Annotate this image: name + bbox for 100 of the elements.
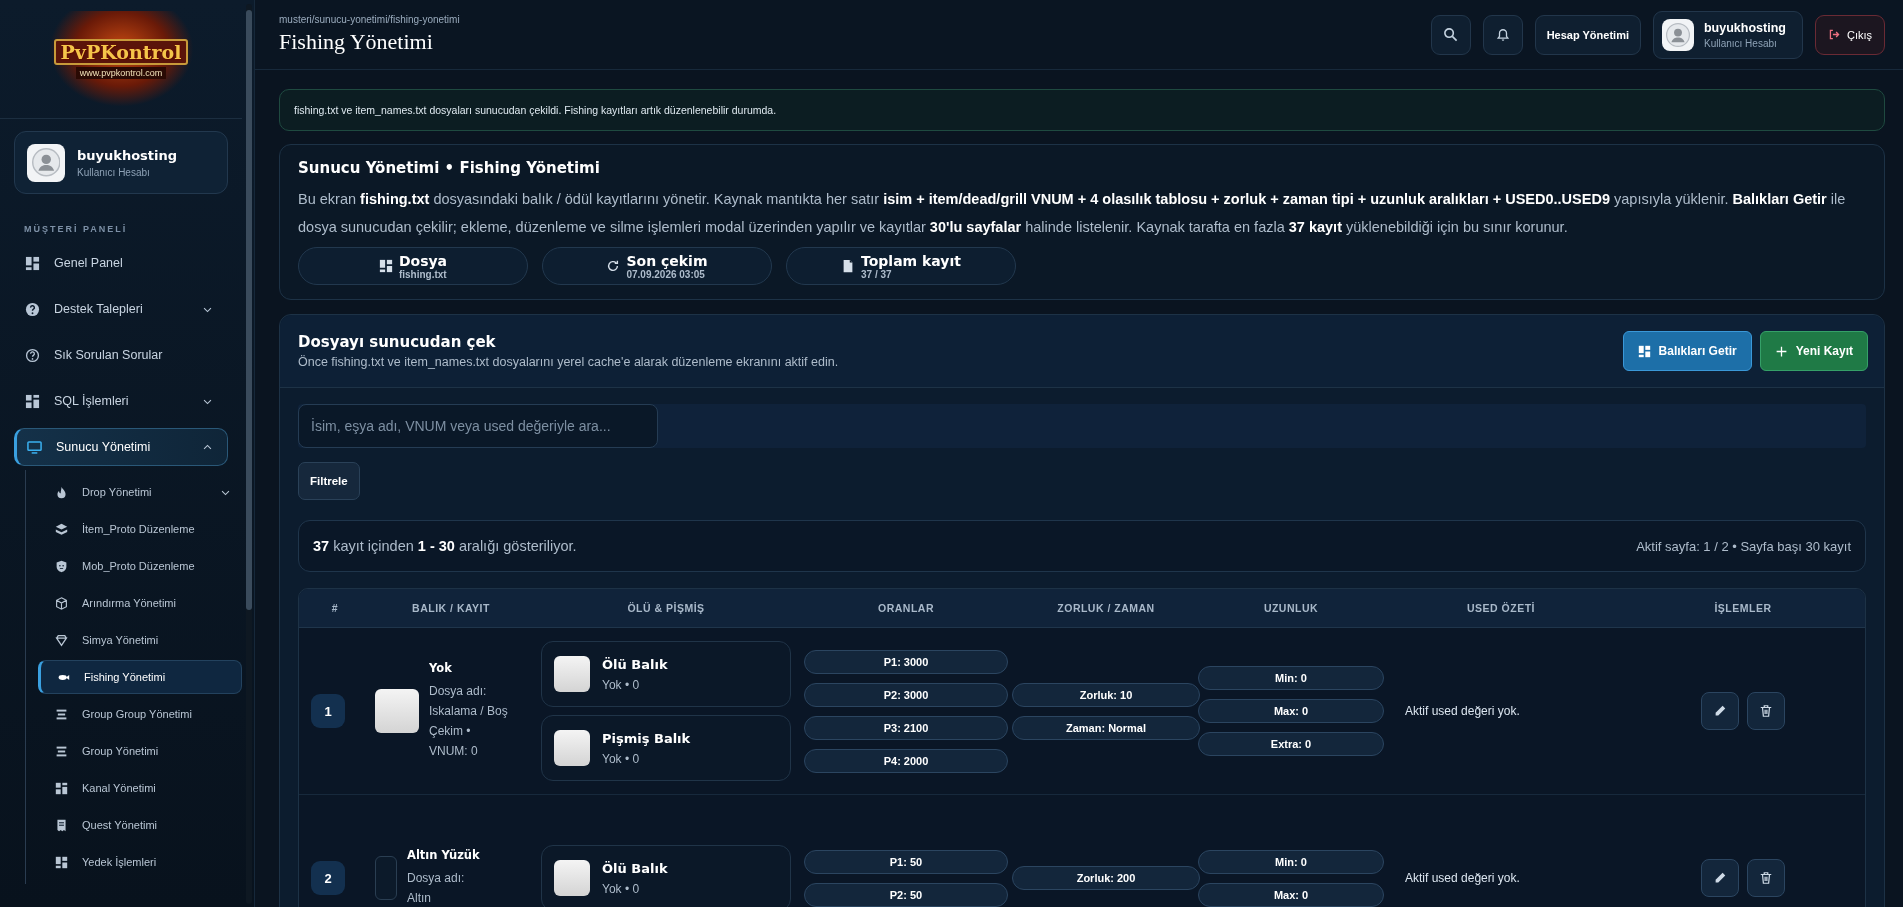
length-pill: Max: 0 xyxy=(1198,882,1384,907)
column-header: İŞLEMLER xyxy=(1713,602,1773,615)
record-note: Dosya adı: Altın xyxy=(407,870,466,907)
list-icon xyxy=(55,744,68,758)
rate-pill: P4: 2000 xyxy=(804,748,1008,773)
section-label: MÜŞTERİ PANELİ xyxy=(24,224,129,234)
filter-button[interactable]: Filtrele xyxy=(298,462,360,501)
sidebar-item[interactable]: Fishing Yönetimi xyxy=(38,660,242,694)
difficulty-pill: Zorluk: 200 xyxy=(1012,866,1200,891)
sidebar-item[interactable]: Genel Panel xyxy=(14,244,228,282)
product-title: Ölü Balık xyxy=(602,860,668,876)
delete-button[interactable] xyxy=(1747,692,1785,731)
sidebar-item[interactable]: Sunucu Yönetimi xyxy=(14,428,228,466)
sidebar-item[interactable]: SQL İşlemleri xyxy=(14,382,228,420)
avatar-icon xyxy=(27,143,65,182)
rate-pill: P2: 3000 xyxy=(804,682,1008,707)
search-field[interactable]: İsim, eşya adı, VNUM veya used değeriyle ara... xyxy=(298,404,658,449)
record-summary: 37 kayıt içinden 1 - 30 aralığı gösteriliyor. xyxy=(313,538,577,555)
sidebar-item[interactable]: Arındırma Yönetimi xyxy=(38,586,242,620)
document-icon xyxy=(55,818,68,832)
sidebar-item[interactable]: Simya Yönetimi xyxy=(38,623,242,657)
shield-icon xyxy=(55,559,68,573)
monitor-icon xyxy=(27,439,42,455)
user-name: buyukhosting xyxy=(77,147,178,163)
question-icon xyxy=(25,301,40,317)
scrollbar[interactable] xyxy=(246,4,252,904)
sidebar-item[interactable]: Drop Yönetimi xyxy=(38,475,242,509)
dashboard-icon xyxy=(378,259,393,274)
length-pill: Extra: 0 xyxy=(1198,732,1384,757)
sidebar-item[interactable]: İtem_Proto Düzenleme xyxy=(38,512,242,546)
used-summary: Aktif used değeri yok. xyxy=(1404,871,1521,886)
document-icon xyxy=(841,259,855,274)
sidebar-item[interactable]: Group Group Yönetimi xyxy=(38,697,242,731)
page-title: Fishing Yönetimi xyxy=(279,29,434,56)
panel-subtitle: Önce fishing.txt ve item_names.txt dosyalarını yerel cache'e alarak düzenleme ekranını aktif edin. xyxy=(298,355,839,370)
row-number: 2 xyxy=(311,861,345,896)
product-title: Pişmiş Balık xyxy=(602,730,691,746)
rate-pill: P3: 2100 xyxy=(804,715,1008,740)
length-pill: Min: 0 xyxy=(1198,666,1384,691)
image-placeholder xyxy=(554,656,590,693)
sidebar-item[interactable]: Mob_Proto Düzenleme xyxy=(38,549,242,583)
account-button[interactable]: Hesap Yönetimi xyxy=(1534,14,1641,55)
logo[interactable]: PvPKontrol www.pvpkontrol.com xyxy=(48,11,194,107)
sidebar-item[interactable]: Destek Talepleri xyxy=(14,290,228,328)
new-record-button[interactable]: Yeni Kayıt xyxy=(1759,331,1868,372)
grid-icon xyxy=(55,781,68,795)
stat-value: 37 / 37 xyxy=(861,268,892,280)
sidebar-item[interactable]: Kanal Yönetimi xyxy=(38,771,242,805)
success-alert: fishing.txt ve item_names.txt dosyaları sunucudan çekildi. Fishing kayıtları artık düzenlenebilir durumda. xyxy=(279,89,1885,132)
question-icon xyxy=(25,347,40,363)
rate-pill: P1: 3000 xyxy=(804,649,1008,674)
description: Bu ekran fishing.txt dosyasındaki balık / ödül kayıtlarını yönetir. Kaynak mantıkta her satır isim + item/dead/grill VNUM + 4 olasılık tablosu + zorluk + zaman tipi + uzunluk aralıkları + USED0..USED9 yapısıyla yüklenir. Balıkları Getir ile dosya sunucudan çekilir; ekleme, düzenleme ve silme işlemleri modal üzerinden yapılır ve kayıtlar 30'lu sayfalar halinde listelenir. Kaynak tarafta en fazla 37 kayıt yüklenebildiği için bu sınır korunur. xyxy=(298,190,1847,238)
layers-icon xyxy=(55,522,68,536)
sidebar-item[interactable]: Group Yönetimi xyxy=(38,734,242,768)
dashboard-icon xyxy=(55,855,68,869)
refresh-icon xyxy=(606,259,621,274)
user-role: Kullanıcı Hesabı xyxy=(1704,37,1778,49)
avatar-icon xyxy=(1662,18,1694,51)
card-title: Sunucu Yönetimi • Fishing Yönetimi xyxy=(298,159,601,178)
dashboard-icon xyxy=(1637,344,1651,358)
record-note: Dosya adı: Iskalama / Boş Çekim • VNUM: 0 xyxy=(429,683,509,761)
trash-icon xyxy=(1759,704,1773,719)
list-icon xyxy=(55,707,68,721)
stat-value: fishing.txt xyxy=(398,268,448,280)
user-role: Kullanıcı Hesabı xyxy=(77,166,151,178)
sidebar-item[interactable]: Yedek İşlemleri xyxy=(38,845,242,879)
column-header: USED ÖZETİ xyxy=(1466,602,1536,615)
breadcrumb: musteri/sunucu-yonetimi/fishing-yonetimi xyxy=(279,14,460,26)
image-placeholder xyxy=(554,730,590,767)
used-summary: Aktif used değeri yok. xyxy=(1404,704,1521,719)
stat-label: Toplam kayıt xyxy=(861,252,961,269)
dashboard-icon xyxy=(25,255,40,271)
edit-button[interactable] xyxy=(1701,692,1739,731)
rate-pill: P1: 50 xyxy=(804,849,1008,874)
logout-button[interactable]: Çıkış xyxy=(1814,14,1885,55)
length-pill: Max: 0 xyxy=(1198,699,1384,724)
column-header: UZUNLUK xyxy=(1262,602,1320,615)
product-detail: Yok • 0 xyxy=(602,881,641,896)
sidebar-item[interactable]: Quest Yönetimi xyxy=(38,808,242,842)
column-header: ORANLAR xyxy=(877,602,935,615)
sidebar-item[interactable]: Sık Sorulan Sorular xyxy=(14,336,228,374)
product-detail: Yok • 0 xyxy=(602,677,641,692)
rate-pill: P2: 50 xyxy=(804,882,1008,907)
edit-button[interactable] xyxy=(1701,859,1739,898)
stat-label: Dosya xyxy=(398,252,448,269)
fetch-button[interactable]: Balıkları Getir xyxy=(1622,331,1752,372)
grid-icon xyxy=(25,393,40,409)
delete-button[interactable] xyxy=(1747,859,1785,898)
column-header: # xyxy=(330,602,340,615)
notifications-button[interactable] xyxy=(1482,14,1523,55)
difficulty-pill: Zaman: Normal xyxy=(1012,715,1200,740)
difficulty-pill: Zorluk: 10 xyxy=(1012,682,1200,707)
stat-value: 07.09.2026 03:05 xyxy=(626,268,705,280)
column-header: ÖLÜ & PİŞMİŞ xyxy=(626,602,706,615)
record-name: Altın Yüzük xyxy=(407,848,481,863)
search-button[interactable] xyxy=(1430,14,1471,55)
column-header: BALIK / KAYIT xyxy=(411,602,491,615)
cube-icon xyxy=(55,596,68,610)
user-menu[interactable]: buyukhosting Kullanıcı Hesabı xyxy=(1653,10,1803,59)
product-title: Ölü Balık xyxy=(602,656,668,672)
